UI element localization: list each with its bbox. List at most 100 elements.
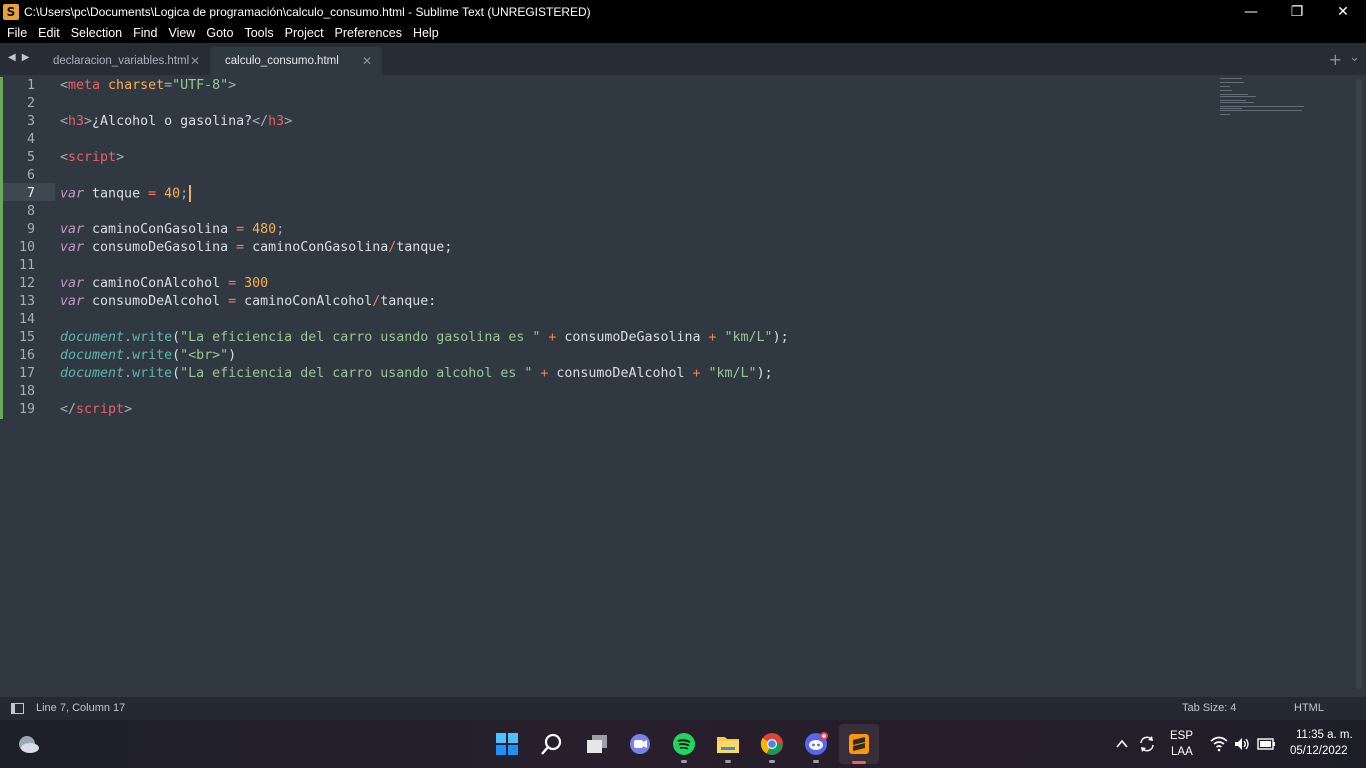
minimize-button[interactable]: — [1228, 0, 1274, 23]
active-indicator [852, 761, 866, 764]
token: h3 [268, 114, 285, 129]
token: = [228, 294, 237, 309]
token: caminoConGasolina [244, 240, 389, 255]
wifi-icon[interactable] [1210, 736, 1228, 752]
taskbar: ESP LAA 11:35 a. m. 05/12/2022 [0, 720, 1366, 768]
new-tab-icon[interactable]: + [1329, 50, 1342, 69]
tab-size[interactable]: Tab Size: 4 [1182, 702, 1236, 714]
line-number: 5 [26, 150, 35, 165]
chevron-up-icon[interactable] [1114, 736, 1130, 752]
token: var [60, 276, 85, 291]
line-number: 8 [26, 204, 35, 219]
vertical-scrollbar[interactable] [1356, 79, 1362, 689]
weather-icon[interactable] [16, 732, 40, 756]
token: caminoConAlcohol [236, 294, 373, 309]
token: consumoDeGasolina [556, 330, 709, 345]
token: = [236, 222, 245, 237]
token: h3 [68, 114, 85, 129]
minimap-line [1220, 102, 1254, 103]
restore-button[interactable]: ❐ [1274, 0, 1320, 23]
minimap-line [1220, 100, 1246, 101]
chrome-icon[interactable] [760, 732, 784, 756]
token: caminoConGasolina [84, 222, 237, 237]
menu-help[interactable]: Help [408, 26, 444, 40]
token: + [708, 330, 717, 345]
line-number: 16 [18, 348, 35, 363]
code-line-19: </script> [60, 401, 132, 419]
clock-date[interactable]: 05/12/2022 [1290, 745, 1348, 757]
syntax-selector[interactable]: HTML [1294, 702, 1324, 714]
token: var [60, 186, 85, 202]
tab-declaracion-variables[interactable]: declaracion_variables.html ✕ [38, 47, 210, 75]
menu-file[interactable]: File [2, 26, 32, 40]
start-icon[interactable] [495, 732, 519, 756]
token: write [132, 366, 173, 381]
token: "km/L" [708, 366, 757, 381]
line-number: 6 [26, 168, 35, 183]
menu-tools[interactable]: Tools [239, 26, 278, 40]
code-line-15: document.write("La eficiencia del carro … [60, 329, 789, 347]
minimap-line [1220, 114, 1230, 115]
code-line-5: <script> [60, 149, 124, 167]
line-number: 9 [26, 222, 35, 237]
editor-area[interactable]: 1 2 3 4 5 6 7 8 9 10 11 12 13 14 15 16 1… [0, 75, 1366, 697]
minimap-line [1220, 82, 1244, 83]
search-icon[interactable] [540, 732, 564, 756]
tab-calculo-consumo[interactable]: calculo_consumo.html ✕ [210, 47, 382, 75]
menu-edit[interactable]: Edit [33, 26, 65, 40]
menu-find[interactable]: Find [128, 26, 162, 40]
token: . [124, 330, 133, 345]
menu-goto[interactable]: Goto [201, 26, 238, 40]
spotify-icon[interactable] [672, 732, 696, 756]
token: write [132, 348, 173, 363]
minimap[interactable] [1220, 77, 1310, 119]
minimap-line [1220, 94, 1248, 95]
volume-icon[interactable] [1234, 736, 1250, 752]
cursor-position[interactable]: Line 7, Column 17 [36, 702, 125, 714]
task-view-icon[interactable] [585, 732, 609, 756]
token: ); [772, 330, 789, 345]
token: > [284, 114, 293, 129]
token: = [236, 240, 245, 255]
panel-toggle-icon[interactable] [11, 703, 24, 714]
token: var [60, 222, 85, 237]
token: ( [172, 366, 181, 381]
sync-icon[interactable] [1137, 734, 1157, 754]
close-button[interactable]: ✕ [1320, 0, 1366, 23]
running-indicator [769, 760, 775, 763]
line-number: 4 [26, 132, 35, 147]
status-bar: Line 7, Column 17 Tab Size: 4 HTML [0, 697, 1366, 720]
line-number: 3 [26, 114, 35, 129]
tab-nav-right-icon[interactable]: ▶ [22, 52, 30, 63]
menu-selection[interactable]: Selection [66, 26, 127, 40]
token: > [228, 78, 237, 93]
token: "La eficiencia del carro usando alcohol … [180, 366, 533, 381]
token: document [60, 348, 125, 363]
menu-project[interactable]: Project [280, 26, 329, 40]
chat-icon[interactable] [628, 732, 652, 756]
menu-preferences[interactable]: Preferences [330, 26, 407, 40]
sublime-app-icon: S [3, 3, 19, 20]
discord-icon[interactable] [804, 732, 828, 756]
file-explorer-icon[interactable] [716, 732, 740, 756]
line-number-active: 7 [26, 186, 35, 201]
battery-icon[interactable] [1257, 736, 1277, 752]
token: meta [68, 78, 101, 93]
token: < [60, 150, 69, 165]
token: . [124, 366, 133, 381]
tab-nav-left-icon[interactable]: ◀ [8, 52, 16, 63]
token: script [68, 150, 117, 165]
minimap-line [1220, 86, 1230, 87]
token: ) [228, 348, 237, 363]
clock-time[interactable]: 11:35 a. m. [1296, 729, 1353, 741]
close-icon[interactable]: ✕ [190, 54, 200, 68]
menu-view[interactable]: View [163, 26, 200, 40]
keyboard-layout[interactable]: LAA [1171, 746, 1193, 758]
line-number: 18 [18, 384, 35, 399]
language-code[interactable]: ESP [1170, 730, 1193, 742]
sublime-text-icon[interactable] [847, 732, 871, 756]
chevron-down-icon[interactable]: ⌄ [1349, 50, 1360, 65]
close-icon[interactable]: ✕ [362, 54, 372, 68]
token: consumoDeAlcohol [548, 366, 693, 381]
